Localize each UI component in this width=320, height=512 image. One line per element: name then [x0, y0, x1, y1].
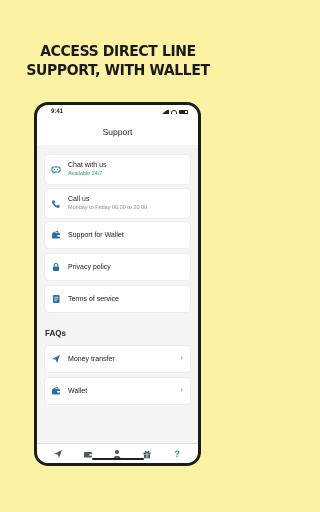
chat-availability: Available 24/7 — [68, 171, 103, 177]
faq-wallet-item[interactable]: Wallet › — [45, 378, 190, 404]
status-bar: 9:41 — [37, 105, 198, 119]
wallet-icon — [51, 386, 61, 396]
signal-icon — [162, 110, 169, 114]
tab-send[interactable] — [51, 447, 65, 461]
headline-line-2: SUPPORT, WITH WALLET — [26, 61, 210, 79]
phone-frame: 9:41 Support Chat with us Available 24/7 — [34, 102, 201, 466]
phone-screen: 9:41 Support Chat with us Available 24/7 — [37, 105, 198, 463]
tab-help[interactable]: ? — [170, 447, 184, 461]
faq-money-transfer-item[interactable]: Money transfer › — [45, 346, 190, 372]
terms-of-service-item[interactable]: Terms of service — [45, 286, 190, 312]
terms-of-service-label: Terms of service — [68, 295, 119, 303]
bottom-tab-bar: ? — [37, 443, 198, 463]
wallet-icon — [51, 230, 61, 240]
chat-with-us-item[interactable]: Chat with us Available 24/7 — [45, 155, 190, 184]
call-hours: Monday to Friday 06:00 to 20:00 — [68, 205, 148, 211]
help-icon: ? — [174, 448, 180, 459]
send-icon — [51, 354, 61, 364]
support-for-wallet-item[interactable]: Support for Wallet — [45, 222, 190, 248]
privacy-policy-label: Privacy policy — [68, 263, 111, 271]
chevron-right-icon: › — [180, 387, 183, 394]
battery-icon — [179, 109, 188, 115]
gift-icon — [143, 450, 151, 458]
headline-line-1: ACCESS DIRECT LINE — [40, 42, 196, 60]
support-content: Chat with us Available 24/7 Call us Mond… — [37, 145, 198, 443]
lock-icon — [51, 262, 61, 272]
call-us-item[interactable]: Call us Monday to Friday 06:00 to 20:00 — [45, 189, 190, 218]
faq-wallet-label: Wallet — [68, 387, 88, 395]
faqs-heading: FAQs — [45, 329, 66, 338]
promo-headline: ACCESS DIRECT LINE SUPPORT, WITH WALLET — [12, 42, 224, 80]
wifi-icon — [171, 110, 177, 114]
home-indicator — [91, 458, 144, 460]
call-us-label: Call us — [68, 196, 90, 203]
faq-money-transfer-label: Money transfer — [68, 355, 115, 363]
privacy-policy-item[interactable]: Privacy policy — [45, 254, 190, 280]
phone-icon — [51, 199, 61, 209]
chevron-right-icon: › — [180, 355, 183, 362]
document-icon — [51, 294, 61, 304]
page-title: Support — [102, 127, 133, 137]
status-time: 9:41 — [51, 109, 64, 115]
send-icon — [53, 449, 62, 458]
person-icon — [113, 449, 121, 458]
support-for-wallet-label: Support for Wallet — [68, 231, 124, 239]
wallet-icon — [83, 451, 92, 457]
chat-with-us-label: Chat with us — [68, 162, 107, 169]
status-icons — [162, 109, 188, 115]
chat-icon — [51, 165, 61, 175]
